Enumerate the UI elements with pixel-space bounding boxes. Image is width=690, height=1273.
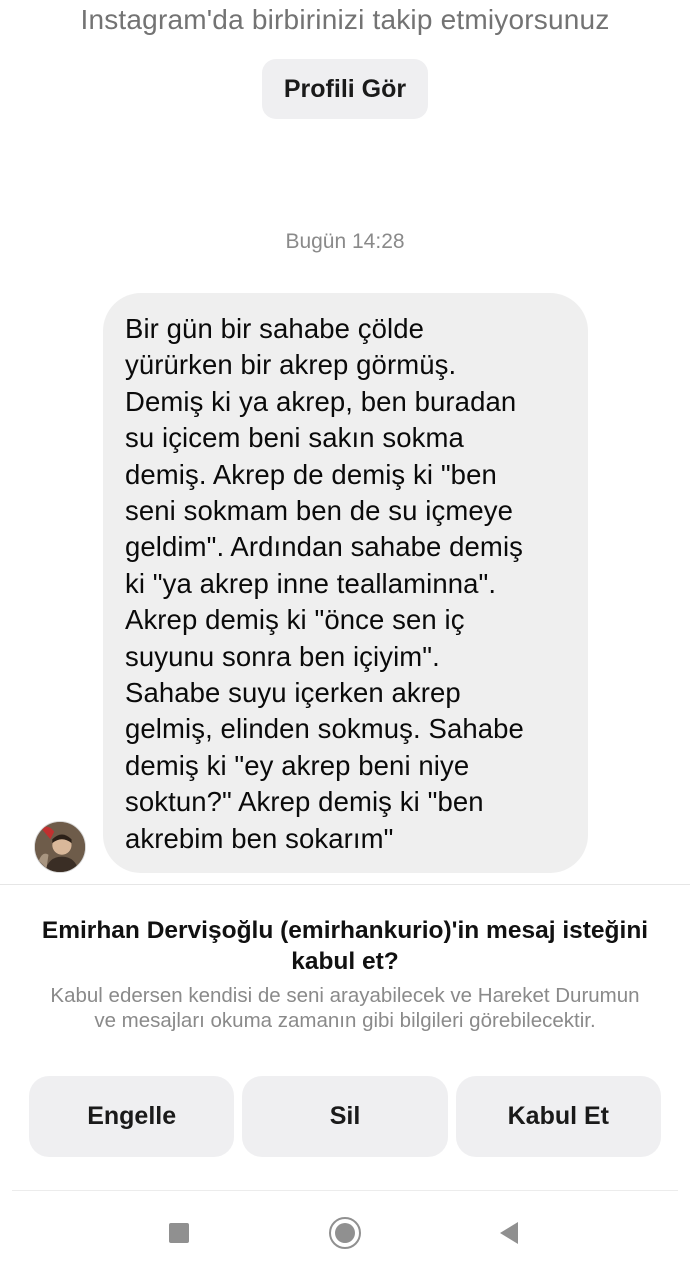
sender-avatar[interactable] bbox=[34, 821, 86, 873]
system-navigation-bar bbox=[0, 1205, 690, 1260]
home-icon bbox=[329, 1216, 361, 1249]
nav-divider bbox=[12, 1190, 678, 1191]
back-icon bbox=[500, 1221, 518, 1244]
message-text: Bir gün bir sahabe çölde yürürken bir ak… bbox=[125, 313, 524, 854]
follow-status-notice: Instagram'da birbirinizi takip etmiyorsu… bbox=[80, 4, 610, 35]
message-request-screen: Instagram'da birbirinizi takip etmiyorsu… bbox=[0, 0, 690, 1273]
section-divider bbox=[0, 884, 690, 885]
request-description: Kabul edersen kendisi de seni arayabilec… bbox=[50, 984, 640, 1032]
message-bubble[interactable]: Bir gün bir sahabe çölde yürürken bir ak… bbox=[103, 293, 588, 873]
avatar-photo-icon bbox=[35, 822, 85, 872]
home-button[interactable] bbox=[317, 1205, 373, 1260]
request-actions: Engelle Sil Kabul Et bbox=[29, 1076, 661, 1157]
block-button[interactable]: Engelle bbox=[29, 1076, 235, 1157]
accept-button[interactable]: Kabul Et bbox=[455, 1076, 661, 1157]
recent-apps-icon bbox=[169, 1222, 189, 1243]
view-profile-button[interactable]: Profili Gör bbox=[262, 59, 428, 119]
recent-apps-button[interactable] bbox=[151, 1205, 207, 1260]
request-title: Emirhan Dervişoğlu (emirhankurio)'in mes… bbox=[41, 917, 649, 975]
delete-button[interactable]: Sil bbox=[242, 1076, 448, 1157]
back-button[interactable] bbox=[481, 1205, 537, 1260]
message-timestamp: Bugün 14:28 bbox=[285, 230, 405, 253]
